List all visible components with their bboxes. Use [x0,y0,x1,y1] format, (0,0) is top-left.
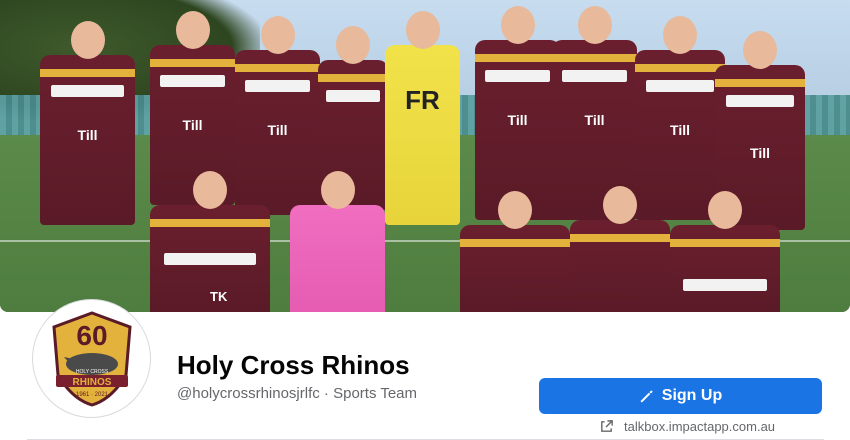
player-figure: Till [40,21,135,225]
jersey-text: Till [507,112,528,128]
sign-up-label: Sign Up [661,387,723,404]
jersey-text: Till [77,127,98,143]
player-figure: TK [150,171,270,312]
player-figure: Till [235,16,320,215]
svg-text:HOLY CROSS: HOLY CROSS [75,369,108,375]
external-link-text[interactable]: talkbox.impactapp.com.au [624,419,775,434]
svg-text:RHINOS: RHINOS [72,377,111,388]
jersey-text: TK [210,289,228,304]
player-figure [570,186,670,312]
club-logo-icon: 60 RHINOS 1961 · 2021 HOLY CROSS [51,310,132,407]
svg-text:60: 60 [76,320,107,351]
svg-text:1961 · 2021: 1961 · 2021 [75,392,108,398]
page-handle-category: @holycrossrhinosjrlfc · Sports Team [177,385,418,402]
jersey-text: FR [405,85,440,115]
sign-up-button[interactable]: Sign Up [539,378,822,414]
jersey-text: Till [267,122,288,138]
page-title: Holy Cross Rhinos [177,350,410,380]
pencil-icon [640,389,653,402]
player-figure [670,191,780,312]
player-figure: FR [385,11,460,225]
external-link-icon [601,420,613,432]
jersey-text: Till [750,145,770,161]
jersey-text: Till [670,122,690,138]
jersey-text: Till [584,112,605,128]
player-figure [460,191,570,312]
cover-photo[interactable]: Till Till Till FR Till Till Till Till TK [0,0,850,312]
external-website-link[interactable]: talkbox.impactapp.com.au [599,419,775,434]
jersey-text: Till [182,117,203,133]
profile-avatar[interactable]: 60 RHINOS 1961 · 2021 HOLY CROSS [33,300,150,417]
player-figure [290,171,385,312]
player-figure: Till [635,16,725,220]
